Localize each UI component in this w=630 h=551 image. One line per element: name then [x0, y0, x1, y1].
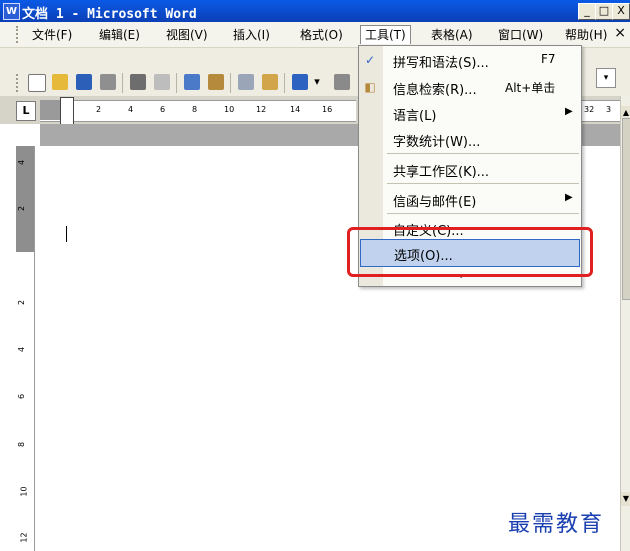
ruler-tick: 10 — [224, 105, 235, 114]
window-title: 文档 1 - Microsoft Word — [22, 7, 197, 22]
toolbar-separator — [284, 73, 285, 93]
toolbar-grip[interactable] — [16, 74, 18, 92]
copy-icon[interactable] — [238, 74, 254, 90]
print-preview-icon[interactable] — [154, 74, 170, 90]
close-document-icon[interactable]: × — [614, 25, 626, 41]
menu-item-letters-mailings[interactable]: 信函与邮件(E) ▶ — [359, 186, 581, 212]
ruler-tick: 6 — [160, 105, 166, 114]
vruler-tick: 6 — [17, 393, 27, 400]
ruler-tick: 2 — [96, 105, 102, 114]
vruler-tick: 2 — [17, 205, 27, 212]
menu-view[interactable]: 视图(V) — [162, 26, 212, 44]
minimize-button[interactable]: _ — [578, 3, 596, 20]
menu-help[interactable]: 帮助(H) — [561, 26, 611, 44]
maximize-button[interactable]: □ — [595, 3, 613, 20]
vruler-tick: 2 — [17, 299, 27, 306]
spelling-icon[interactable] — [184, 74, 200, 90]
menu-item-shortcut: Alt+单击 — [505, 81, 556, 95]
toolbar-separator — [122, 73, 123, 93]
menu-item-label: 信函与邮件(E) — [393, 195, 477, 210]
menu-item-research[interactable]: ◧ 信息检索(R)... Alt+单击 — [359, 74, 581, 100]
menu-separator — [387, 183, 579, 184]
toolbar-separator — [230, 73, 231, 93]
menu-format[interactable]: 格式(O) — [296, 26, 347, 44]
menu-item-label: 拼写和语法(S)... — [393, 56, 489, 71]
spell-check-icon: ✓ — [364, 53, 376, 67]
toolbar-separator — [176, 73, 177, 93]
ruler-tick: 16 — [322, 105, 333, 114]
new-document-icon[interactable] — [28, 74, 46, 92]
menu-insert[interactable]: 插入(I) — [229, 26, 274, 44]
vertical-scrollbar[interactable]: ▲ ▼ — [620, 96, 630, 551]
ruler-tick: 32 — [584, 105, 595, 114]
ruler-tick: 14 — [290, 105, 301, 114]
menu-item-shared-workspace[interactable]: 共享工作区(K)... — [359, 156, 581, 182]
ruler-tick: 4 — [128, 105, 134, 114]
permission-icon[interactable] — [100, 74, 116, 90]
menu-file[interactable]: 文件(F) — [28, 26, 76, 44]
menu-item-label: 共享工作区(K)... — [393, 165, 490, 180]
paste-icon[interactable] — [262, 74, 278, 90]
submenu-arrow-icon: ▶ — [565, 106, 573, 117]
vruler-tick: 10 — [19, 486, 29, 497]
research-toolbar-icon[interactable] — [334, 74, 350, 90]
tab-selector[interactable]: L — [16, 101, 36, 121]
word-app-icon[interactable]: W — [3, 3, 20, 20]
ruler-tick: 8 — [192, 105, 198, 114]
undo-dropdown-icon[interactable]: ▾ — [312, 74, 322, 90]
menu-item-shortcut: F7 — [541, 52, 556, 66]
scrollbar-thumb[interactable] — [622, 118, 630, 300]
horizontal-ruler-right: 32 3 — [580, 100, 620, 122]
watermark: 最需教育 — [508, 512, 605, 537]
indent-marker[interactable] — [60, 97, 74, 125]
highlight-annotation — [347, 227, 593, 277]
text-cursor — [66, 226, 67, 242]
research-icon[interactable] — [208, 74, 224, 90]
menu-table[interactable]: 表格(A) — [427, 26, 477, 44]
save-icon[interactable] — [76, 74, 92, 90]
menu-tools[interactable]: 工具(T) — [360, 25, 411, 44]
zoom-dropdown-icon[interactable]: ▾ — [596, 68, 616, 88]
menu-item-language[interactable]: 语言(L) ▶ — [359, 100, 581, 126]
undo-icon[interactable] — [292, 74, 308, 90]
print-icon[interactable] — [130, 74, 146, 90]
vruler-tick: 4 — [17, 346, 27, 353]
open-folder-icon[interactable] — [52, 74, 68, 90]
title-bar: W 文档 1 - Microsoft Word _ □ X — [0, 0, 630, 22]
menu-item-spelling[interactable]: ✓ 拼写和语法(S)... F7 — [359, 47, 581, 73]
menu-item-label: 信息检索(R)... — [393, 83, 477, 98]
menu-window[interactable]: 窗口(W) — [494, 26, 547, 44]
research-icon: ◧ — [364, 80, 376, 94]
menu-item-label: 语言(L) — [393, 109, 437, 124]
ruler-tick: 3 — [606, 105, 612, 114]
horizontal-ruler[interactable]: 2 4 6 8 10 12 14 16 — [40, 100, 356, 122]
vruler-tick: 8 — [17, 441, 27, 448]
submenu-arrow-icon: ▶ — [565, 192, 573, 203]
vruler-tick: 12 — [19, 532, 29, 543]
menubar-grip[interactable] — [16, 26, 21, 43]
close-button[interactable]: X — [612, 3, 630, 20]
menu-item-word-count[interactable]: 字数统计(W)... — [359, 126, 581, 152]
menu-item-label: 字数统计(W)... — [393, 135, 481, 150]
scroll-down-icon[interactable]: ▼ — [621, 492, 630, 506]
menu-separator — [387, 213, 579, 214]
menu-separator — [387, 153, 579, 154]
ruler-tick: 12 — [256, 105, 267, 114]
vruler-tick: 4 — [17, 159, 27, 166]
menu-edit[interactable]: 编辑(E) — [95, 26, 144, 44]
